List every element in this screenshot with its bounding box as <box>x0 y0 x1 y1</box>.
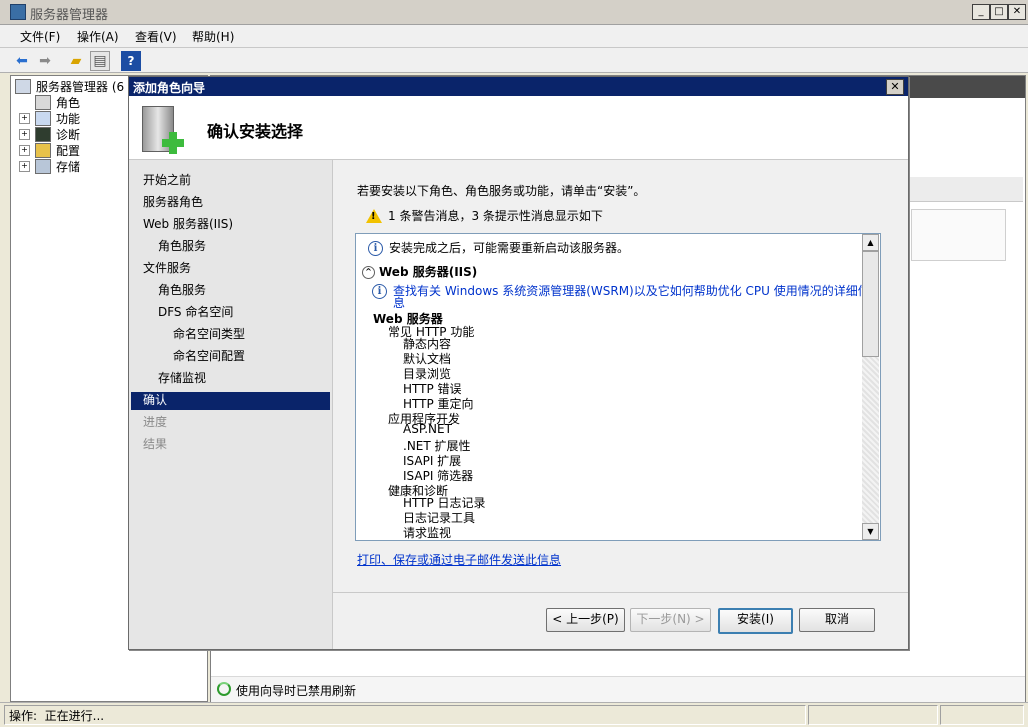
dialog-title-bar: 添加角色向导 ✕ <box>129 77 908 96</box>
tree-item-features[interactable]: + 功能 <box>19 110 80 126</box>
previous-button[interactable]: < 上一步(P) <box>546 608 625 632</box>
forward-arrow-icon[interactable]: ➡ <box>35 51 55 71</box>
status-text: 操作: 正在进行... <box>9 709 105 723</box>
tree-item-label: 诊断 <box>56 127 81 142</box>
show-hide-tree-icon[interactable]: ▤ <box>90 51 110 71</box>
status-cell-2 <box>808 705 938 725</box>
tree-item-configuration[interactable]: + 配置 <box>19 142 80 158</box>
restart-info-text: 安装完成之后，可能需要重新启动该服务器。 <box>389 241 630 255</box>
server-manager-icon <box>10 4 26 20</box>
dialog-heading: 确认安装选择 <box>207 122 304 141</box>
nav-step-before-you-begin[interactable]: 开始之前 <box>143 170 191 190</box>
add-roles-wizard-dialog: 添加角色向导 ✕ 确认安装选择 开始之前 服务器角色 Web 服务器(IIS) … <box>128 76 909 650</box>
nav-step-web-server[interactable]: Web 服务器(IIS) <box>143 214 233 234</box>
back-arrow-icon[interactable]: ⬅ <box>12 51 32 71</box>
diagnostics-icon <box>35 126 51 142</box>
features-icon <box>35 110 51 126</box>
nav-step-namespace-type[interactable]: 命名空间类型 <box>173 324 245 344</box>
confirmation-list[interactable]: i 安装完成之后，可能需要重新启动该服务器。 ^ Web 服务器(IIS) i 查找有… <box>355 233 881 541</box>
toolbar: ⬅ ➡ ▰ ▤ ? <box>0 48 1028 73</box>
info-icon: i <box>372 284 387 299</box>
collapse-icon[interactable]: ^ <box>362 266 375 279</box>
nav-step-dfs-namespace[interactable]: DFS 命名空间 <box>158 302 233 322</box>
print-save-email-link[interactable]: 打印、保存或通过电子邮件发送此信息 <box>357 551 561 568</box>
warning-icon: ! <box>366 208 382 223</box>
section-title: Web 服务器(IIS) <box>379 265 478 279</box>
tree-line: ASP.NET <box>403 422 452 436</box>
tree-line: 请求监视 <box>403 526 452 540</box>
intro-text: 若要安装以下角色、角色服务或功能，请单击“安装”。 <box>357 184 646 198</box>
minimize-button[interactable]: _ <box>972 4 990 20</box>
section-web-server[interactable]: ^ Web 服务器(IIS) <box>362 263 477 280</box>
nav-step-results: 结果 <box>143 437 168 451</box>
main-title-bar: 服务器管理器 _ □ ✕ <box>0 0 1028 25</box>
menu-view[interactable]: 查看(V) <box>135 28 177 45</box>
menu-help[interactable]: 帮助(H) <box>192 28 234 45</box>
up-folder-icon[interactable]: ▰ <box>66 51 86 71</box>
configuration-icon <box>35 142 51 158</box>
close-button[interactable]: ✕ <box>1008 4 1026 20</box>
tree-item-label: 存储 <box>56 159 81 174</box>
status-cell: 操作: 正在进行... <box>4 705 806 725</box>
tree-item-label: 配置 <box>56 143 81 158</box>
roles-icon <box>35 94 51 110</box>
details-section-header <box>909 177 1023 202</box>
install-button[interactable]: 安装(I) <box>718 608 793 634</box>
expand-icon[interactable]: + <box>19 144 30 156</box>
wizard-content: 若要安装以下角色、角色服务或功能，请单击“安装”。 ! 1 条警告消息，3 条提… <box>333 160 908 649</box>
nav-step-file-services[interactable]: 文件服务 <box>143 258 191 278</box>
nav-step-role-services[interactable]: 角色服务 <box>158 236 206 256</box>
scroll-up-icon[interactable]: ▲ <box>862 234 879 251</box>
tree-item-diagnostics[interactable]: + 诊断 <box>19 126 80 142</box>
nav-step-storage-monitoring[interactable]: 存储监视 <box>158 368 206 388</box>
expand-icon[interactable]: + <box>19 128 30 140</box>
maximize-button[interactable]: □ <box>990 4 1008 20</box>
dialog-header: 确认安装选择 <box>129 96 908 160</box>
tree-root-label: 服务器管理器 (6 <box>36 79 125 94</box>
wsrm-info-link[interactable]: 查找有关 Windows 系统资源管理器(WSRM)以及它如何帮助优化 CPU … <box>393 284 870 298</box>
warning-summary: ! 1 条警告消息，3 条提示性消息显示如下 <box>366 207 603 224</box>
server-icon <box>15 78 31 94</box>
refresh-status-text: 使用向导时已禁用刷新 <box>236 684 357 698</box>
dialog-title: 添加角色向导 <box>133 81 206 95</box>
scroll-thumb[interactable] <box>862 251 879 357</box>
nav-step-role-services-2[interactable]: 角色服务 <box>158 280 206 300</box>
tree-item-roles[interactable]: 角色 <box>35 94 80 110</box>
menu-action[interactable]: 操作(A) <box>77 28 119 45</box>
refresh-icon <box>217 682 231 696</box>
wsrm-info-link-cont[interactable]: 息 <box>393 294 405 311</box>
status-cell-3 <box>940 705 1024 725</box>
expand-icon[interactable]: + <box>19 112 30 124</box>
nav-step-server-roles[interactable]: 服务器角色 <box>143 192 203 212</box>
tree-root[interactable]: 服务器管理器 (6 <box>15 78 124 94</box>
details-section-box <box>911 209 1006 261</box>
nav-step-confirmation[interactable]: 确认 <box>143 390 167 410</box>
tree-item-label: 角色 <box>56 95 81 110</box>
wsrm-info-row: i 查找有关 Windows 系统资源管理器(WSRM)以及它如何帮助优化 CPU… <box>372 282 870 299</box>
nav-step-progress: 进度 <box>143 415 168 429</box>
vertical-scrollbar[interactable]: ▲ ▼ <box>862 234 879 540</box>
next-button: 下一步(N) > <box>630 608 711 632</box>
button-separator <box>333 592 908 593</box>
scroll-down-icon[interactable]: ▼ <box>862 523 879 540</box>
add-plus-icon <box>162 132 184 154</box>
nav-step-namespace-config[interactable]: 命名空间配置 <box>173 346 245 366</box>
restart-info-row: i 安装完成之后，可能需要重新启动该服务器。 <box>368 239 629 256</box>
window-title: 服务器管理器 <box>30 8 109 23</box>
wizard-steps-nav: 开始之前 服务器角色 Web 服务器(IIS) 角色服务 文件服务 角色服务 D… <box>129 160 333 649</box>
menu-file[interactable]: 文件(F) <box>20 28 60 45</box>
menu-bar: 文件(F) 操作(A) 查看(V) 帮助(H) <box>0 25 1028 48</box>
warning-summary-text: 1 条警告消息，3 条提示性消息显示如下 <box>388 209 603 223</box>
expand-icon[interactable]: + <box>19 160 30 172</box>
help-icon[interactable]: ? <box>121 51 141 71</box>
refresh-status-bar: 使用向导时已禁用刷新 <box>211 676 1025 702</box>
status-bar: 操作: 正在进行... <box>0 702 1028 727</box>
wsrm-info-link-2[interactable]: 息 <box>393 296 405 310</box>
cancel-button[interactable]: 取消 <box>799 608 875 632</box>
storage-icon <box>35 158 51 174</box>
info-icon: i <box>368 241 383 256</box>
tree-item-label: 功能 <box>56 111 81 126</box>
tree-item-storage[interactable]: + 存储 <box>19 158 80 174</box>
dialog-close-button[interactable]: ✕ <box>886 79 904 95</box>
